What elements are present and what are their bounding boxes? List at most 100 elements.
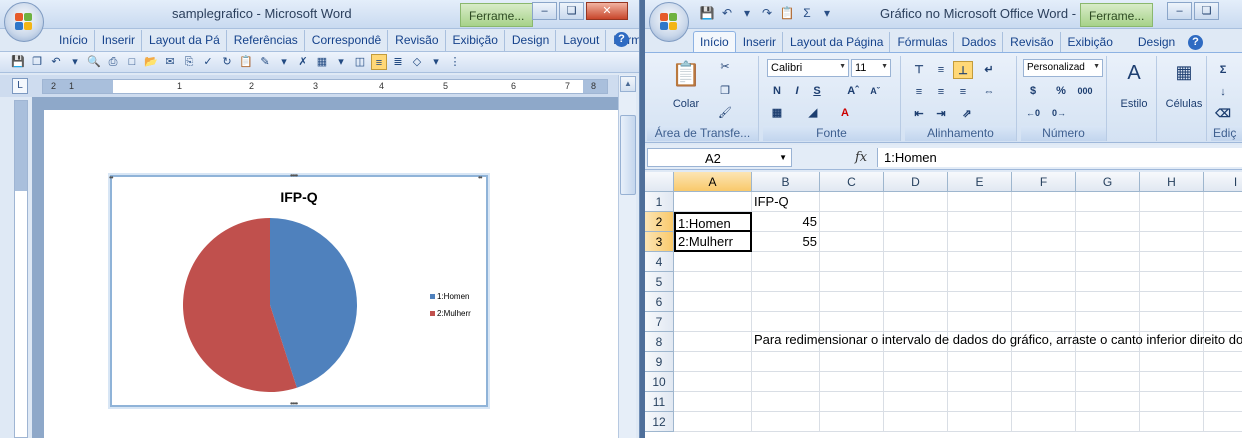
autosum-icon[interactable]: Σ — [1213, 61, 1233, 79]
copy-icon[interactable]: ❐ — [717, 84, 733, 97]
dropdown-arrow-icon[interactable]: ▾ — [739, 5, 755, 21]
row-header-5[interactable]: 5 — [645, 272, 674, 292]
minimize-icon[interactable]: – — [532, 2, 557, 20]
worksheet-grid[interactable]: A B C D E F G H I 1 IFP-Q 2 1:Homen 45 3 2:Mulherr 55 4 5 6… — [645, 172, 1242, 438]
cell-B3[interactable]: 55 — [752, 232, 820, 252]
align-left-icon[interactable]: ≡ — [909, 83, 929, 101]
cell-H4[interactable] — [1140, 252, 1204, 272]
paste-icon[interactable]: 📋 — [238, 54, 254, 70]
row-header-9[interactable]: 9 — [645, 352, 674, 372]
cell-B6[interactable] — [752, 292, 820, 312]
cell-H1[interactable] — [1140, 192, 1204, 212]
cell-I7[interactable] — [1204, 312, 1242, 332]
dropdown-arrow-icon[interactable]: ▾ — [276, 54, 292, 70]
cell-G1[interactable] — [1076, 192, 1140, 212]
word-tab-revisao[interactable]: Revisão — [388, 30, 446, 51]
cell-G9[interactable] — [1076, 352, 1140, 372]
dropdown-arrow-icon[interactable]: ▾ — [428, 54, 444, 70]
excel-tab-revisao[interactable]: Revisão — [1003, 32, 1061, 53]
cell-F7[interactable] — [1012, 312, 1076, 332]
quick-print-icon[interactable]: ⎘ — [181, 54, 197, 70]
cell-F12[interactable] — [1012, 412, 1076, 432]
cell-B5[interactable] — [752, 272, 820, 292]
row-header-1[interactable]: 1 — [645, 192, 674, 212]
delete-icon[interactable]: ✗ — [295, 54, 311, 70]
comma-style-icon[interactable]: 000 — [1075, 82, 1095, 100]
cell-I11[interactable] — [1204, 392, 1242, 412]
styles-button[interactable]: Estilo — [1111, 98, 1157, 110]
print-icon[interactable]: ⎙ — [105, 54, 121, 70]
excel-help-icon[interactable]: ? — [1188, 35, 1203, 50]
scroll-thumb[interactable] — [620, 115, 636, 195]
cell-C1[interactable] — [820, 192, 884, 212]
shapes-icon[interactable]: ◇ — [409, 54, 425, 70]
cell-D4[interactable] — [884, 252, 948, 272]
format-painter-icon[interactable]: 🖌 — [717, 106, 733, 119]
save-icon[interactable]: 💾 — [699, 5, 715, 21]
cell-H5[interactable] — [1140, 272, 1204, 292]
row-header-10[interactable]: 10 — [645, 372, 674, 392]
column-header-D[interactable]: D — [884, 172, 948, 192]
redo-icon[interactable]: ↻ — [219, 54, 235, 70]
cell-E11[interactable] — [948, 392, 1012, 412]
cell-B1[interactable]: IFP-Q — [752, 192, 820, 212]
undo-icon[interactable]: ↶ — [719, 5, 735, 21]
align-center-icon[interactable]: ≡ — [931, 83, 951, 101]
word-tab-exibicao[interactable]: Exibição — [446, 30, 505, 51]
align-top-icon[interactable]: ⊤ — [909, 61, 929, 79]
resize-handle-top-left[interactable]: •• — [109, 173, 114, 182]
decrease-font-icon[interactable]: Aˇ — [865, 82, 885, 100]
row-header-11[interactable]: 11 — [645, 392, 674, 412]
cell-C10[interactable] — [820, 372, 884, 392]
cell-A12[interactable] — [674, 412, 752, 432]
resize-handle-top-right[interactable]: •• — [478, 173, 483, 182]
italic-button[interactable]: I — [787, 82, 807, 100]
paste-icon[interactable]: 📋 — [667, 60, 705, 90]
vertical-ruler[interactable] — [14, 100, 28, 438]
cell-E3[interactable] — [948, 232, 1012, 252]
name-box[interactable]: A2 ▼ — [647, 148, 792, 167]
chart-title[interactable]: IFP-Q — [112, 189, 486, 205]
row-header-3[interactable]: 3 — [645, 232, 674, 252]
excel-tab-dados[interactable]: Dados — [954, 32, 1004, 53]
cell-A9[interactable] — [674, 352, 752, 372]
sum-icon[interactable]: Σ — [799, 5, 815, 21]
styles-icon[interactable]: A — [1119, 62, 1149, 85]
cell-I2[interactable] — [1204, 212, 1242, 232]
dropdown-arrow-icon[interactable]: ▾ — [819, 5, 835, 21]
spelling-icon[interactable]: ✓ — [200, 54, 216, 70]
cell-C4[interactable] — [820, 252, 884, 272]
excel-tab-layout-pagina[interactable]: Layout da Página — [783, 32, 891, 53]
word-chart-tools-context-tab[interactable]: Ferrame... — [460, 3, 534, 27]
decrease-decimal-icon[interactable]: 0→ — [1049, 104, 1069, 122]
cell-A2[interactable]: 1:Homen — [674, 212, 752, 232]
decrease-indent-icon[interactable]: ⇤ — [909, 105, 929, 123]
increase-decimal-icon[interactable]: ←0 — [1023, 104, 1043, 122]
underline-button[interactable]: S — [807, 82, 827, 100]
cell-A8[interactable] — [674, 332, 752, 352]
resize-handle-top[interactable]: •••• — [290, 171, 298, 180]
cells-button[interactable]: Células — [1161, 98, 1207, 110]
cell-C9[interactable] — [820, 352, 884, 372]
fill-color-icon[interactable]: ◢ — [803, 104, 823, 122]
cell-I6[interactable] — [1204, 292, 1242, 312]
align-middle-icon[interactable]: ≡ — [931, 61, 951, 79]
cell-H12[interactable] — [1140, 412, 1204, 432]
cell-F6[interactable] — [1012, 292, 1076, 312]
cell-G11[interactable] — [1076, 392, 1140, 412]
word-vertical-scrollbar[interactable]: ▲ — [618, 75, 636, 438]
column-header-G[interactable]: G — [1076, 172, 1140, 192]
excel-office-button[interactable] — [649, 2, 689, 42]
cell-D2[interactable] — [884, 212, 948, 232]
merge-cells-icon[interactable]: ⇔ — [979, 83, 999, 101]
cell-G4[interactable] — [1076, 252, 1140, 272]
excel-tab-inserir[interactable]: Inserir — [736, 32, 784, 53]
cell-B7[interactable] — [752, 312, 820, 332]
cell-G6[interactable] — [1076, 292, 1140, 312]
open-folder-icon[interactable]: 📂 — [143, 54, 159, 70]
resize-handle-bottom[interactable]: •••• — [290, 399, 298, 408]
column-header-B[interactable]: B — [752, 172, 820, 192]
word-tab-design[interactable]: Design — [505, 30, 557, 51]
scroll-up-icon[interactable]: ▲ — [620, 76, 636, 92]
cell-I1[interactable] — [1204, 192, 1242, 212]
